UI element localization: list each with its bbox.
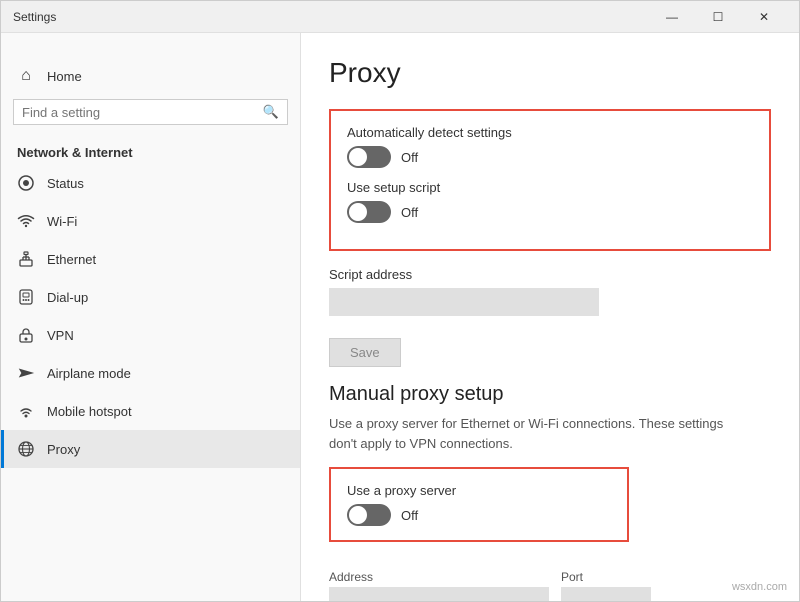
sidebar-item-home-label: Home (47, 69, 82, 84)
sidebar-item-proxy[interactable]: Proxy (1, 430, 300, 468)
address-port-section: Address Port (329, 570, 771, 601)
status-icon (17, 174, 35, 192)
address-port-row: Address Port (329, 570, 771, 601)
use-proxy-toggle-row: Off (347, 504, 611, 526)
manual-description: Use a proxy server for Ethernet or Wi-Fi… (329, 414, 749, 453)
sidebar-item-ethernet[interactable]: Ethernet (1, 240, 300, 278)
home-icon: ⌂ (17, 67, 35, 85)
window-title: Settings (13, 10, 56, 24)
save-button[interactable]: Save (329, 338, 401, 367)
sidebar-home-label (1, 33, 300, 57)
sidebar-item-status[interactable]: Status (1, 164, 300, 202)
maximize-button[interactable]: ☐ (695, 1, 741, 33)
sidebar-item-hotspot[interactable]: Mobile hotspot (1, 392, 300, 430)
dialup-icon (17, 288, 35, 306)
window-controls: — ☐ ✕ (649, 1, 787, 33)
minimize-button[interactable]: — (649, 1, 695, 33)
vpn-icon (17, 326, 35, 344)
sidebar-item-dialup[interactable]: Dial-up (1, 278, 300, 316)
sidebar: ⌂ Home 🔍 Network & Internet Status (1, 33, 301, 601)
sidebar-item-hotspot-label: Mobile hotspot (47, 404, 132, 419)
airplane-icon (17, 364, 35, 382)
address-label: Address (329, 570, 549, 584)
main-content: Proxy Automatically detect settings Off … (301, 33, 799, 601)
sidebar-item-home[interactable]: ⌂ Home (1, 57, 300, 95)
setup-script-toggle-row: Off (347, 201, 753, 223)
address-input[interactable] (329, 587, 549, 601)
port-input[interactable] (561, 587, 651, 601)
sidebar-item-wifi[interactable]: Wi-Fi (1, 202, 300, 240)
sidebar-item-ethernet-label: Ethernet (47, 252, 96, 267)
use-proxy-label: Use a proxy server (347, 483, 611, 498)
sidebar-item-vpn-label: VPN (47, 328, 74, 343)
sidebar-item-airplane-label: Airplane mode (47, 366, 131, 381)
use-proxy-section: Use a proxy server Off (329, 467, 629, 542)
page-title: Proxy (329, 57, 771, 89)
setup-script-toggle-label: Off (401, 205, 418, 220)
auto-detect-toggle-row: Off (347, 146, 753, 168)
auto-detect-label: Automatically detect settings (347, 125, 753, 140)
manual-section-title: Manual proxy setup (329, 383, 771, 406)
title-bar: Settings — ☐ ✕ (1, 1, 799, 33)
script-address-setting: Script address (329, 267, 771, 316)
use-proxy-toggle[interactable] (347, 504, 391, 526)
script-address-label: Script address (329, 267, 771, 282)
close-button[interactable]: ✕ (741, 1, 787, 33)
auto-proxy-section: Automatically detect settings Off Use se… (329, 109, 771, 251)
sidebar-item-proxy-label: Proxy (47, 442, 80, 457)
settings-window: Settings — ☐ ✕ ⌂ Home 🔍 Network & Intern… (0, 0, 800, 602)
sidebar-section-label: Network & Internet (1, 137, 300, 164)
setup-script-toggle[interactable] (347, 201, 391, 223)
setup-script-label: Use setup script (347, 180, 753, 195)
sidebar-item-status-label: Status (47, 176, 84, 191)
ethernet-icon (17, 250, 35, 268)
use-proxy-toggle-label: Off (401, 508, 418, 523)
setup-script-setting: Use setup script Off (347, 180, 753, 223)
search-input[interactable] (22, 105, 263, 120)
wifi-icon (17, 212, 35, 230)
search-icon: 🔍 (263, 104, 279, 120)
script-address-input[interactable] (329, 288, 599, 316)
sidebar-item-airplane[interactable]: Airplane mode (1, 354, 300, 392)
sidebar-item-wifi-label: Wi-Fi (47, 214, 77, 229)
search-box[interactable]: 🔍 (13, 99, 288, 125)
watermark: wsxdn.com (732, 581, 787, 593)
hotspot-icon (17, 402, 35, 420)
auto-detect-toggle-label: Off (401, 150, 418, 165)
port-label: Port (561, 570, 651, 584)
sidebar-item-vpn[interactable]: VPN (1, 316, 300, 354)
sidebar-item-dialup-label: Dial-up (47, 290, 88, 305)
proxy-icon (17, 440, 35, 458)
auto-detect-toggle[interactable] (347, 146, 391, 168)
address-field-group: Address (329, 570, 549, 601)
content-area: ⌂ Home 🔍 Network & Internet Status (1, 33, 799, 601)
port-field-group: Port (561, 570, 651, 601)
auto-detect-setting: Automatically detect settings Off (347, 125, 753, 168)
